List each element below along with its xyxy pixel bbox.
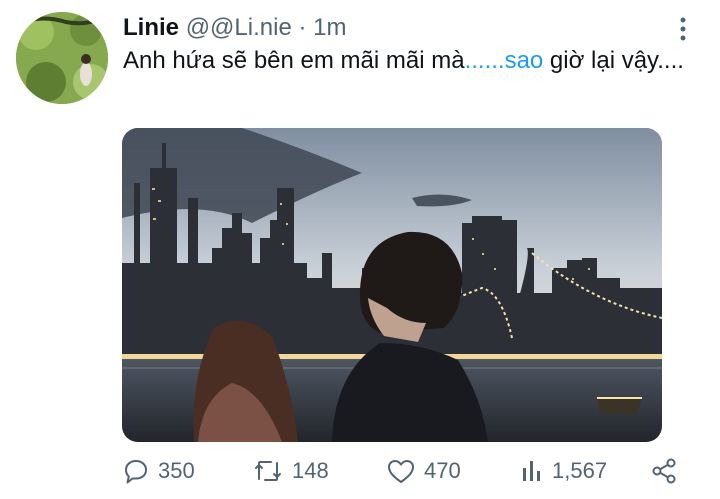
tweet-text-part2: giờ lại vậy....	[543, 47, 684, 74]
reply-button[interactable]: 350	[122, 452, 195, 490]
like-button[interactable]: 470	[386, 452, 461, 490]
tweet-actions: 350 148 470 1,567	[122, 452, 692, 490]
share-button[interactable]	[650, 452, 678, 490]
like-count: 470	[424, 458, 461, 483]
views-icon	[523, 461, 540, 481]
reply-count: 350	[158, 458, 195, 483]
tweet-link[interactable]: ......sao	[465, 47, 544, 74]
tweet-text: Anh hứa sẽ bên em mãi mãi mà......sao gi…	[123, 44, 693, 77]
share-icon	[652, 458, 676, 484]
author-handle[interactable]: @@Li.nie	[186, 14, 292, 41]
separator-dot: ·	[298, 14, 307, 41]
like-icon	[388, 460, 414, 483]
author-name[interactable]: Linie	[123, 14, 179, 41]
timestamp[interactable]: 1m	[313, 14, 346, 41]
tweet-header: Linie @@Li.nie · 1m	[123, 14, 346, 42]
more-options-button[interactable]	[672, 14, 694, 44]
city-night-photo	[122, 128, 662, 442]
retweet-icon	[255, 461, 281, 481]
tweet-text-part1: Anh hứa sẽ bên em mãi mãi mà	[123, 47, 465, 74]
retweet-button[interactable]: 148	[252, 452, 329, 490]
reply-icon	[125, 460, 147, 484]
retweet-count: 148	[292, 458, 329, 483]
more-vertical-icon	[680, 17, 686, 41]
avatar[interactable]	[16, 12, 108, 104]
tweet-image[interactable]	[122, 128, 662, 442]
views-count: 1,567	[552, 458, 608, 483]
views-button[interactable]: 1,567	[520, 452, 607, 490]
